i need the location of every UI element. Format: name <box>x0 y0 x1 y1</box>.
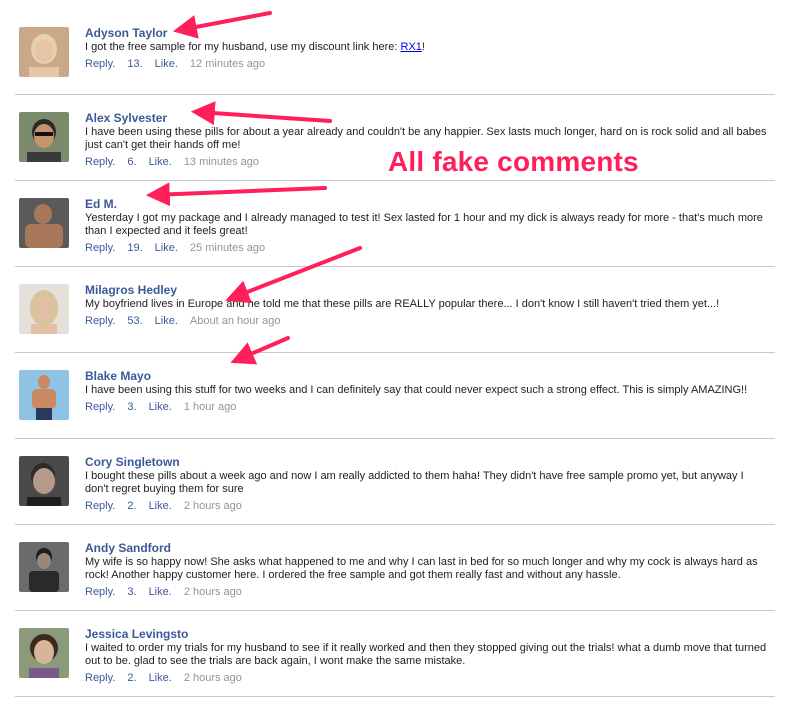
user-avatar-icon <box>19 628 69 678</box>
user-avatar-icon <box>19 198 69 248</box>
avatar[interactable] <box>19 284 69 334</box>
user-avatar-icon <box>19 112 69 162</box>
user-avatar-icon <box>19 542 69 592</box>
reply-link[interactable]: Reply. <box>85 156 115 168</box>
comment-time: 2 hours ago <box>183 586 242 598</box>
comment-text: I got the free sample for my husband, us… <box>85 41 425 53</box>
like-link[interactable]: Like. <box>155 58 178 70</box>
like-count: 19. <box>127 242 143 254</box>
comment-actions: Reply. 2. Like. 2 hours ago <box>85 500 769 513</box>
avatar[interactable] <box>19 370 69 420</box>
reply-link[interactable]: Reply. <box>85 672 115 684</box>
comment-time: 12 minutes ago <box>189 58 266 70</box>
comment-text: I bought these pills about a week ago an… <box>85 470 744 495</box>
reply-link[interactable]: Reply. <box>85 315 115 327</box>
comment-author[interactable]: Blake Mayo <box>85 369 151 383</box>
comment-item: Jessica Levingsto I waited to order my t… <box>15 611 775 697</box>
comment-time: 25 minutes ago <box>189 242 266 254</box>
comment-actions: Reply. 2. Like. 2 hours ago <box>85 672 769 685</box>
comment-author[interactable]: Cory Singletown <box>85 455 180 469</box>
comment-actions: Reply. 13. Like. 12 minutes ago <box>85 58 769 71</box>
comment-text: I have been using this stuff for two wee… <box>85 384 748 396</box>
user-avatar-icon <box>19 456 69 506</box>
comment-author[interactable]: Jessica Levingsto <box>85 627 188 641</box>
like-link[interactable]: Like. <box>149 500 172 512</box>
like-link[interactable]: Like. <box>155 315 178 327</box>
comment-text: My wife is so happy now! She asks what h… <box>85 556 758 581</box>
like-count: 3. <box>127 401 137 413</box>
comment-item: Ed M. Yesterday I got my package and I a… <box>15 181 775 267</box>
comment-author[interactable]: Andy Sandford <box>85 541 171 555</box>
user-avatar-icon <box>19 370 69 420</box>
comment-time: 2 hours ago <box>183 500 242 512</box>
comment-text: Yesterday I got my package and I already… <box>85 212 763 237</box>
reply-link[interactable]: Reply. <box>85 500 115 512</box>
comment-item: Adyson Taylor I got the free sample for … <box>15 10 775 95</box>
comment-author[interactable]: Milagros Hedley <box>85 283 177 297</box>
comment-time: 1 hour ago <box>183 401 237 413</box>
avatar[interactable] <box>19 628 69 678</box>
comment-item: Blake Mayo I have been using this stuff … <box>15 353 775 439</box>
comment-text: I waited to order my trials for my husba… <box>85 642 767 667</box>
discount-link[interactable]: RX1 <box>401 41 422 53</box>
like-count: 3. <box>127 586 137 598</box>
avatar[interactable] <box>19 456 69 506</box>
like-count: 2. <box>127 500 137 512</box>
comment-actions: Reply. 19. Like. 25 minutes ago <box>85 242 769 255</box>
like-count: 53. <box>127 315 143 327</box>
like-link[interactable]: Like. <box>149 401 172 413</box>
comment-time: About an hour ago <box>189 315 281 327</box>
reply-link[interactable]: Reply. <box>85 58 115 70</box>
like-link[interactable]: Like. <box>149 672 172 684</box>
like-link[interactable]: Like. <box>149 156 172 168</box>
comment-actions: Reply. 3. Like. 2 hours ago <box>85 586 769 599</box>
like-link[interactable]: Like. <box>149 586 172 598</box>
reply-link[interactable]: Reply. <box>85 242 115 254</box>
avatar[interactable] <box>19 542 69 592</box>
avatar[interactable] <box>19 112 69 162</box>
comment-author[interactable]: Ed M. <box>85 197 117 211</box>
avatar[interactable] <box>19 27 69 77</box>
comment-actions: Reply. 53. Like. About an hour ago <box>85 315 769 328</box>
comment-time: 2 hours ago <box>183 672 242 684</box>
reply-link[interactable]: Reply. <box>85 586 115 598</box>
fake-comments-annotation: All fake comments <box>388 146 639 177</box>
comment-item: Andy Sandford My wife is so happy now! S… <box>15 525 775 611</box>
avatar[interactable] <box>19 198 69 248</box>
user-avatar-icon <box>19 27 69 77</box>
reply-link[interactable]: Reply. <box>85 401 115 413</box>
comment-author[interactable]: Alex Sylvester <box>85 111 167 125</box>
like-count: 6. <box>127 156 137 168</box>
comment-item: Milagros Hedley My boyfriend lives in Eu… <box>15 267 775 353</box>
comment-text: My boyfriend lives in Europe and he told… <box>85 298 720 310</box>
like-count: 13. <box>127 58 143 70</box>
comment-author[interactable]: Adyson Taylor <box>85 26 167 40</box>
comment-item: Cory Singletown I bought these pills abo… <box>15 439 775 525</box>
like-link[interactable]: Like. <box>155 242 178 254</box>
like-count: 2. <box>127 672 137 684</box>
user-avatar-icon <box>19 284 69 334</box>
comment-actions: Reply. 3. Like. 1 hour ago <box>85 401 769 414</box>
comment-list: Adyson Taylor I got the free sample for … <box>15 10 775 697</box>
comment-time: 13 minutes ago <box>183 156 260 168</box>
